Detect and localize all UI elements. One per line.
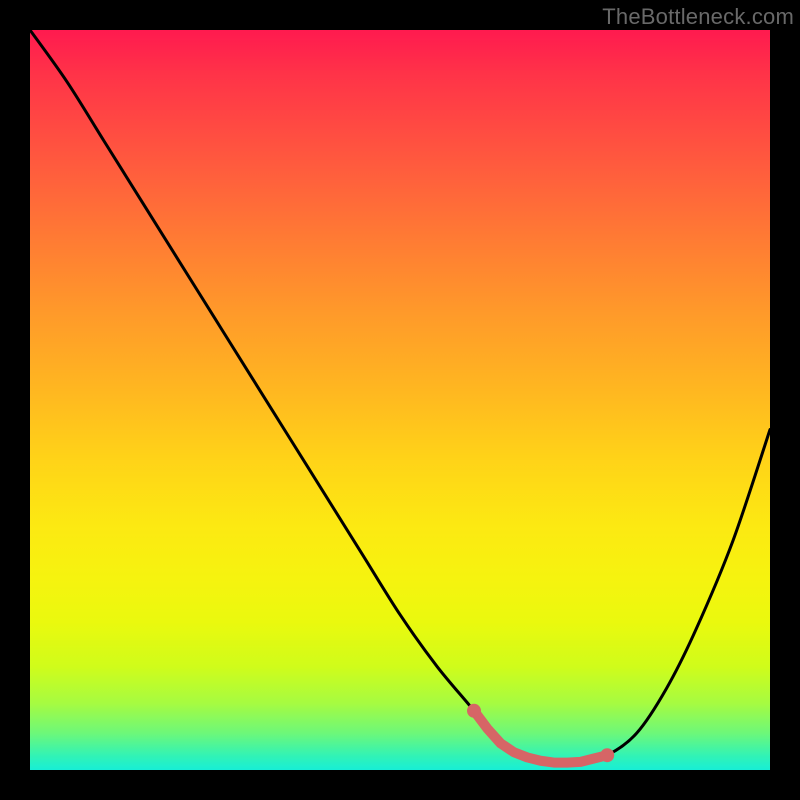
optimum-marker-right <box>600 748 614 762</box>
plot-area <box>30 30 770 770</box>
watermark-text: TheBottleneck.com <box>602 4 794 30</box>
optimum-band <box>474 711 607 763</box>
optimum-marker-left <box>467 704 481 718</box>
curve-layer <box>30 30 770 770</box>
bottleneck-curve <box>30 30 770 764</box>
chart-frame: TheBottleneck.com <box>0 0 800 800</box>
